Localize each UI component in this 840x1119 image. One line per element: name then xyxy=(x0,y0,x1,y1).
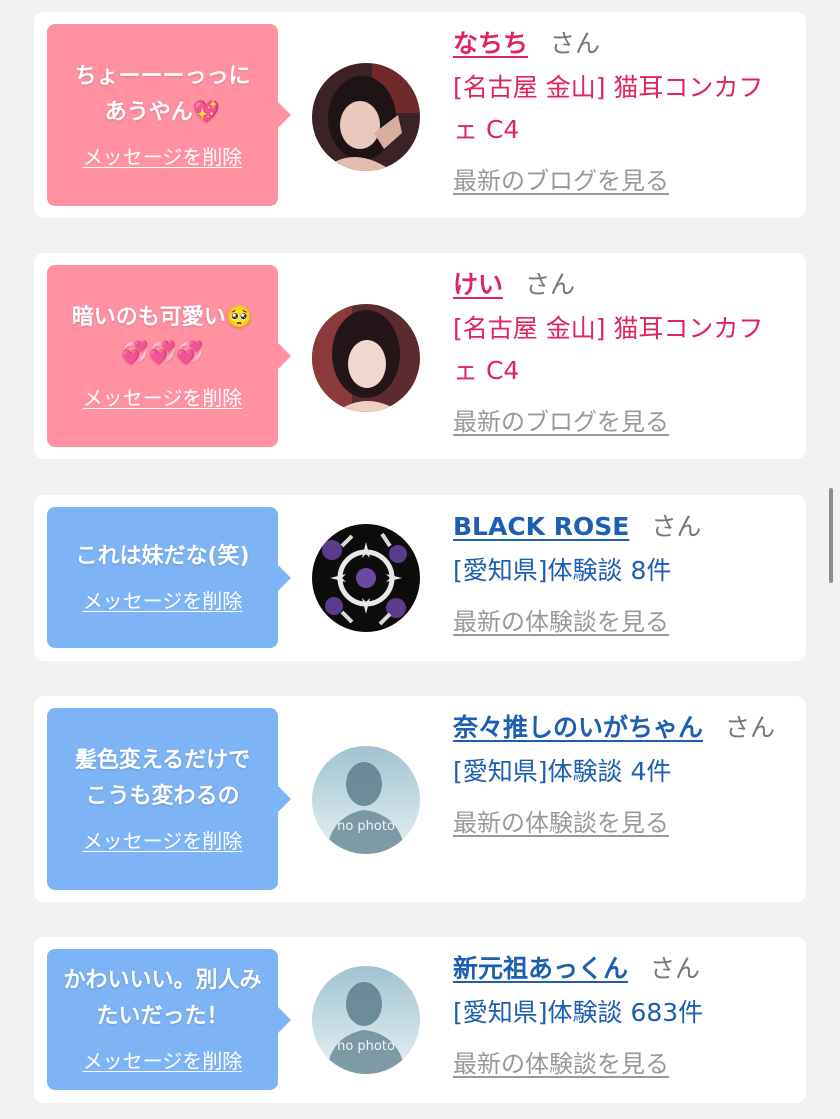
message-text: たいだった！ xyxy=(96,1004,229,1029)
profile-info: 新元祖あっくん さん [愛知県]体験談 683件 最新の体験談を見る xyxy=(453,949,780,1079)
delete-message-link[interactable]: メッセージを削除 xyxy=(83,1045,243,1074)
shop-line: [愛知県]体験談 8件 xyxy=(453,556,672,585)
delete-message-link[interactable]: メッセージを削除 xyxy=(83,382,243,411)
message-text: 髪色変えるだけで xyxy=(74,747,251,773)
profile-info: 奈々推しのいがちゃん さん [愛知県]体験談 4件 最新の体験談を見る xyxy=(453,708,780,838)
list-item: ちょーーーっっに あうやん💖 メッセージを削除 なちち さん [名古屋 金山] 猫… xyxy=(34,12,806,218)
shop-info: [愛知県]体験談 4件 xyxy=(453,751,780,793)
latest-review-link[interactable]: 最新の体験談を見る xyxy=(453,602,669,637)
latest-review-link[interactable]: 最新の体験談を見る xyxy=(453,803,669,838)
message-text: あうやん💖 xyxy=(104,99,221,125)
shop-info: [名古屋 金山] 猫耳コンカフ ェ C4 xyxy=(453,67,780,151)
honorific: さん xyxy=(650,954,701,983)
shop-info: [名古屋 金山] 猫耳コンカフ ェ C4 xyxy=(453,308,780,392)
no-photo-text: no photo xyxy=(337,819,395,834)
honorific: さん xyxy=(550,29,601,58)
profile-name-link[interactable]: 奈々推しのいがちゃん xyxy=(453,713,703,742)
profile-name-link[interactable]: 新元祖あっくん xyxy=(453,954,628,983)
message-text: 💞💞💞 xyxy=(121,340,204,366)
honorific: さん xyxy=(525,270,576,299)
message-text: かわいいい。別人み xyxy=(63,968,262,993)
scrollbar[interactable] xyxy=(829,488,833,583)
latest-blog-link[interactable]: 最新のブログを見る xyxy=(453,161,669,196)
list-item: これは妹だな(笑) メッセージを削除 BLACK ROSE さん [愛知県]体験談… xyxy=(34,495,806,661)
shop-info: [愛知県]体験談 8件 xyxy=(453,550,780,592)
message-text: こうも変わるの xyxy=(85,783,240,809)
profile-name-link[interactable]: けい xyxy=(453,270,503,299)
shop-line: [愛知県]体験談 683件 xyxy=(453,998,704,1027)
shop-line: ェ C4 xyxy=(453,356,520,385)
avatar[interactable] xyxy=(312,304,420,412)
profile-info: けい さん [名古屋 金山] 猫耳コンカフ ェ C4 最新のブログを見る xyxy=(453,265,780,437)
message-text: ちょーーーっっに xyxy=(74,63,251,89)
profile-info: なちち さん [名古屋 金山] 猫耳コンカフ ェ C4 最新のブログを見る xyxy=(453,24,780,196)
no-photo-avatar[interactable]: no photo xyxy=(312,746,420,854)
profile-name-link[interactable]: なちち xyxy=(453,29,528,58)
delete-message-link[interactable]: メッセージを削除 xyxy=(83,585,243,614)
delete-message-link[interactable]: メッセージを削除 xyxy=(83,141,243,170)
latest-blog-link[interactable]: 最新のブログを見る xyxy=(453,402,669,437)
shop-line: [名古屋 金山] 猫耳コンカフ xyxy=(453,314,764,343)
latest-review-link[interactable]: 最新の体験談を見る xyxy=(453,1044,669,1079)
shop-line: [愛知県]体験談 4件 xyxy=(453,757,672,786)
profile-info: BLACK ROSE さん [愛知県]体験談 8件 最新の体験談を見る xyxy=(453,507,780,637)
list-item: かわいいい。別人み たいだった！ メッセージを削除 no photo 新元祖あっ… xyxy=(34,937,806,1103)
honorific: さん xyxy=(725,713,776,742)
list-item: 髪色変えるだけで こうも変わるの メッセージを削除 no photo 奈々推しの… xyxy=(34,696,806,902)
message-bubble: これは妹だな(笑) メッセージを削除 xyxy=(47,507,291,648)
shop-line: ェ C4 xyxy=(453,115,520,144)
message-bubble: 髪色変えるだけで こうも変わるの メッセージを削除 xyxy=(47,708,291,890)
avatar[interactable] xyxy=(312,524,420,632)
list-item: 暗いのも可愛い🥺 💞💞💞 メッセージを削除 けい さん [名古屋 金山] 猫耳コン… xyxy=(34,253,806,459)
shop-info: [愛知県]体験談 683件 xyxy=(453,992,780,1034)
profile-name-link[interactable]: BLACK ROSE xyxy=(453,512,629,541)
no-photo-avatar[interactable]: no photo xyxy=(312,966,420,1074)
message-bubble: 暗いのも可愛い🥺 💞💞💞 メッセージを削除 xyxy=(47,265,291,447)
no-photo-text: no photo xyxy=(337,1039,395,1054)
avatar[interactable] xyxy=(312,63,420,171)
delete-message-link[interactable]: メッセージを削除 xyxy=(83,825,243,854)
message-text: これは妹だな(笑) xyxy=(75,544,250,569)
message-bubble: かわいいい。別人み たいだった！ メッセージを削除 xyxy=(47,949,291,1090)
shop-line: [名古屋 金山] 猫耳コンカフ xyxy=(453,73,764,102)
honorific: さん xyxy=(651,512,702,541)
message-list: ちょーーーっっに あうやん💖 メッセージを削除 なちち さん [名古屋 金山] 猫… xyxy=(0,0,840,1119)
message-text: 暗いのも可愛い🥺 xyxy=(71,304,254,330)
message-bubble: ちょーーーっっに あうやん💖 メッセージを削除 xyxy=(47,24,291,206)
